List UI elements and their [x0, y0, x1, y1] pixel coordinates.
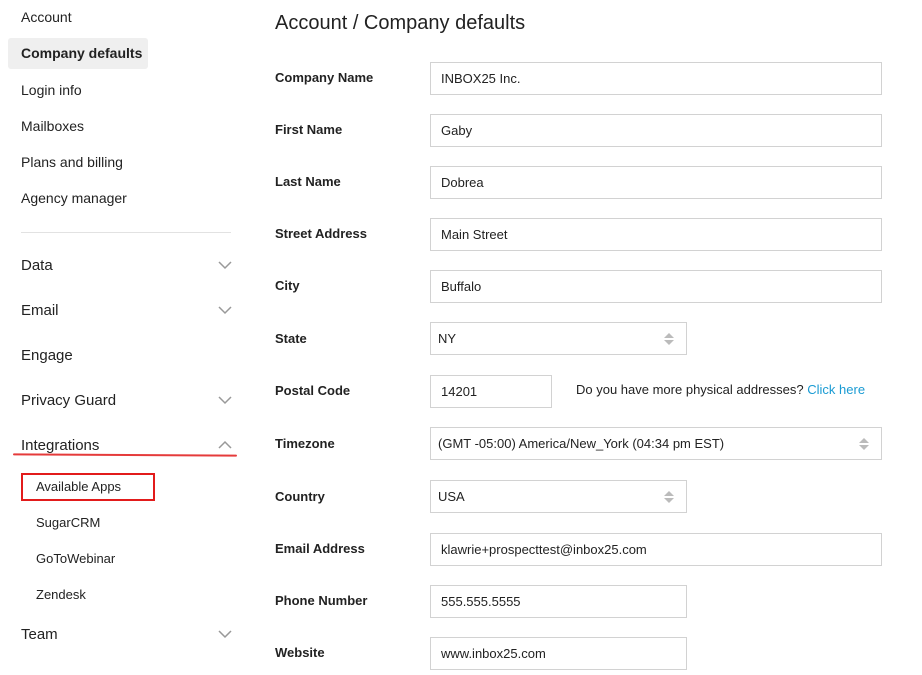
sidebar-subitem-available-apps[interactable]: Available Apps: [36, 479, 121, 494]
sidebar-section-team[interactable]: Team: [21, 625, 233, 647]
timezone-label: Timezone: [275, 436, 335, 451]
sidebar-section-engage[interactable]: Engage: [21, 346, 233, 368]
street-address-input[interactable]: Main Street: [430, 218, 882, 251]
city-label: City: [275, 278, 300, 293]
first-name-input[interactable]: Gaby: [430, 114, 882, 147]
sidebar-item-login-info[interactable]: Login info: [21, 81, 82, 99]
additional-addresses-link[interactable]: Click here: [807, 382, 865, 397]
last-name-label: Last Name: [275, 174, 341, 189]
country-select[interactable]: USA: [430, 480, 687, 513]
first-name-label: First Name: [275, 122, 343, 137]
timezone-select[interactable]: (GMT -05:00) America/New_York (04:34 pm …: [430, 427, 882, 460]
section-label: Data: [21, 257, 53, 274]
section-label: Team: [21, 626, 58, 643]
state-select-value: NY: [438, 331, 457, 346]
select-arrows-icon: [664, 491, 674, 503]
chevron-down-icon: [218, 630, 232, 639]
sidebar-item-mailboxes[interactable]: Mailboxes: [21, 117, 84, 135]
timezone-select-value: (GMT -05:00) America/New_York (04:34 pm …: [438, 436, 725, 451]
state-label: State: [275, 331, 307, 346]
postal-code-label: Postal Code: [275, 383, 351, 398]
sidebar-item-account[interactable]: Account: [21, 8, 72, 26]
sidebar-divider: [21, 232, 231, 233]
state-select[interactable]: NY: [430, 322, 687, 355]
last-name-input[interactable]: Dobrea: [430, 166, 882, 199]
city-input[interactable]: Buffalo: [430, 270, 882, 303]
street-address-label: Street Address: [275, 226, 367, 241]
website-input[interactable]: www.inbox25.com: [430, 637, 687, 670]
website-label: Website: [275, 645, 325, 660]
country-label: Country: [275, 489, 325, 504]
email-address-label: Email Address: [275, 541, 365, 556]
company-name-input[interactable]: INBOX25 Inc.: [430, 62, 882, 95]
sidebar-subitem-sugarcrm[interactable]: SugarCRM: [36, 515, 100, 530]
sidebar-section-privacy-guard[interactable]: Privacy Guard: [21, 391, 233, 413]
sidebar-subitem-gotowebinar[interactable]: GoToWebinar: [36, 551, 115, 566]
section-label: Engage: [21, 347, 73, 364]
chevron-down-icon: [218, 306, 232, 315]
page-title: Account / Company defaults: [275, 12, 526, 34]
select-arrows-icon: [859, 438, 869, 450]
section-label: Privacy Guard: [21, 392, 117, 409]
phone-number-label: Phone Number: [275, 593, 368, 608]
chevron-down-icon: [218, 396, 232, 405]
email-address-input[interactable]: klawrie+prospecttest@inbox25.com: [430, 533, 882, 566]
sidebar-item-company-defaults[interactable]: Company defaults: [8, 38, 148, 69]
chevron-up-icon: [218, 440, 232, 449]
additional-addresses-text: Do you have more physical addresses?: [576, 382, 804, 397]
sidebar-section-data[interactable]: Data: [21, 256, 233, 278]
country-select-value: USA: [438, 489, 465, 504]
sidebar-item-label: Company defaults: [21, 45, 143, 61]
phone-number-input[interactable]: 555.555.5555: [430, 585, 687, 618]
postal-code-input[interactable]: 14201: [430, 375, 552, 408]
sidebar-item-agency-manager[interactable]: Agency manager: [21, 189, 127, 207]
section-label: Integrations: [21, 437, 100, 454]
sidebar-section-email[interactable]: Email: [21, 301, 233, 323]
company-name-label: Company Name: [275, 70, 374, 85]
sidebar-item-plans-billing[interactable]: Plans and billing: [21, 153, 123, 171]
section-label: Email: [21, 302, 59, 319]
chevron-down-icon: [218, 261, 232, 270]
additional-addresses-note: Do you have more physical addresses? Cli…: [576, 382, 865, 397]
settings-sidebar: Account Company defaults Login info Mail…: [0, 0, 245, 675]
select-arrows-icon: [664, 333, 674, 345]
sidebar-subitem-zendesk[interactable]: Zendesk: [36, 587, 86, 602]
